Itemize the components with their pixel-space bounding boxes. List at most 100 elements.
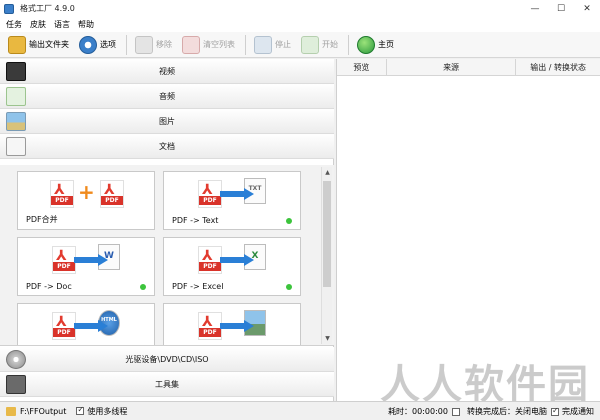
output-path[interactable]: F:\FFOutput bbox=[20, 407, 66, 416]
picture-icon bbox=[6, 112, 26, 131]
maximize-button[interactable]: ☐ bbox=[548, 0, 574, 17]
category-tools[interactable]: 工具集 bbox=[0, 372, 334, 397]
pdf-icon: ⅄ PDF bbox=[198, 246, 222, 274]
column-source[interactable]: 来源 bbox=[387, 59, 517, 75]
home-button[interactable]: 主页 bbox=[357, 34, 394, 56]
category-image[interactable]: 图片 bbox=[0, 109, 334, 134]
start-label: 开始 bbox=[322, 40, 338, 49]
column-preview[interactable]: 预览 bbox=[337, 59, 387, 75]
remove-icon bbox=[135, 35, 153, 54]
folder-icon bbox=[8, 35, 26, 54]
status-bar: F:\FFOutput 使用多线程 耗时：00:00:00 转换完成后：关闭电脑… bbox=[0, 401, 600, 420]
gear-icon bbox=[79, 35, 97, 54]
scroll-thumb[interactable] bbox=[323, 181, 331, 287]
convert-arrow-icon bbox=[220, 254, 254, 266]
tile-pdf-to-excel[interactable]: ⅄ PDF X PDF -> Excel bbox=[163, 237, 301, 296]
status-dot-icon bbox=[140, 284, 146, 290]
tile-label: PDF合并 bbox=[26, 215, 58, 224]
convert-arrow-icon bbox=[220, 320, 254, 332]
disc-icon bbox=[6, 350, 26, 369]
multithread-checkbox[interactable] bbox=[76, 405, 85, 415]
category-rom-device[interactable]: 光驱设备\DVD\CD\ISO bbox=[0, 347, 334, 372]
window-title: 格式工厂 4.9.0 bbox=[20, 4, 75, 13]
start-icon bbox=[301, 35, 319, 54]
category-tools-label: 工具集 bbox=[155, 379, 179, 389]
tile-label: PDF -> Excel bbox=[172, 282, 224, 291]
status-dot-icon bbox=[286, 218, 292, 224]
task-table-header: 预览 来源 输出 / 转换状态 bbox=[337, 59, 600, 76]
tile-pdf-to-image[interactable]: ⅄ PDF bbox=[163, 303, 301, 345]
tile-label: PDF -> Text bbox=[172, 216, 219, 225]
category-document-label: 文档 bbox=[159, 141, 175, 151]
folder-icon bbox=[6, 406, 16, 416]
pdf-icon: ⅄ PDF bbox=[50, 180, 74, 208]
category-document[interactable]: 文档 bbox=[0, 134, 334, 159]
minimize-button[interactable]: — bbox=[522, 0, 548, 17]
menu-task[interactable]: 任务 bbox=[6, 19, 22, 30]
column-output-status[interactable]: 输出 / 转换状态 bbox=[516, 59, 600, 75]
output-folder-label: 输出文件夹 bbox=[29, 40, 69, 49]
menu-help[interactable]: 帮助 bbox=[78, 19, 94, 30]
pdf-icon: ⅄ PDF bbox=[198, 312, 222, 340]
clear-list-icon bbox=[182, 35, 200, 54]
category-audio[interactable]: 音频 bbox=[0, 84, 334, 109]
bottom-categories: 光驱设备\DVD\CD\ISO 工具集 bbox=[0, 347, 334, 397]
music-note-icon bbox=[6, 87, 26, 106]
category-video[interactable]: 视频 bbox=[0, 59, 334, 84]
task-list-panel: 预览 来源 输出 / 转换状态 bbox=[336, 59, 600, 401]
pdf-icon: ⅄ PDF bbox=[52, 246, 76, 274]
pdf-icon: ⅄ PDF bbox=[198, 180, 222, 208]
window-controls: — ☐ ✕ bbox=[522, 0, 600, 17]
convert-arrow-icon bbox=[74, 320, 108, 332]
toolbar-separator bbox=[126, 34, 127, 55]
tile-pdf-to-doc[interactable]: ⅄ PDF W PDF -> Doc bbox=[17, 237, 155, 296]
after-convert-label: 转换完成后：关闭电脑 bbox=[467, 407, 547, 416]
stop-label: 停止 bbox=[275, 40, 291, 49]
toolbar: 输出文件夹 选项 移除 清空列表 停止 开始 主页 bbox=[0, 32, 600, 58]
tile-pdf-to-text[interactable]: ⅄ PDF TXT PDF -> Text bbox=[163, 171, 301, 230]
tile-pdf-merge[interactable]: ⅄ PDF + ⅄ PDF PDF合并 bbox=[17, 171, 155, 230]
category-audio-label: 音频 bbox=[159, 91, 175, 101]
category-video-label: 视频 bbox=[159, 66, 175, 76]
options-button[interactable]: 选项 bbox=[79, 34, 116, 56]
after-convert-checkbox[interactable] bbox=[452, 407, 460, 416]
remove-button[interactable]: 移除 bbox=[135, 34, 172, 56]
plus-icon: + bbox=[78, 180, 95, 204]
toolbar-separator bbox=[245, 34, 246, 55]
function-panel: 视频 音频 图片 文档 ⅄ PDF + ⅄ PDF PDF合并 ⅄ PDF TXT P… bbox=[0, 59, 334, 401]
status-right: 耗时：00:00:00 转换完成后：关闭电脑 完成通知 bbox=[384, 402, 594, 420]
output-folder-button[interactable]: 输出文件夹 bbox=[8, 34, 69, 56]
toolbar-separator bbox=[348, 34, 349, 55]
clear-list-button[interactable]: 清空列表 bbox=[182, 34, 235, 56]
title-bar: 格式工厂 4.9.0 — ☐ ✕ bbox=[0, 0, 600, 17]
close-button[interactable]: ✕ bbox=[574, 0, 600, 17]
tools-icon bbox=[6, 375, 26, 394]
notify-checkbox[interactable] bbox=[551, 406, 559, 416]
stop-button[interactable]: 停止 bbox=[254, 34, 291, 56]
remove-label: 移除 bbox=[156, 40, 172, 49]
category-image-label: 图片 bbox=[159, 116, 175, 126]
document-icon bbox=[6, 137, 26, 156]
menu-skin[interactable]: 皮肤 bbox=[30, 19, 46, 30]
convert-arrow-icon bbox=[220, 188, 254, 200]
stop-icon bbox=[254, 35, 272, 54]
menu-language[interactable]: 语言 bbox=[54, 19, 70, 30]
document-tools-grid: ⅄ PDF + ⅄ PDF PDF合并 ⅄ PDF TXT PDF -> Text ⅄… bbox=[0, 165, 334, 346]
start-button[interactable]: 开始 bbox=[301, 34, 338, 56]
globe-icon bbox=[357, 35, 375, 54]
tools-scrollbar[interactable]: ▲ ▼ bbox=[321, 167, 332, 344]
category-rom-label: 光驱设备\DVD\CD\ISO bbox=[125, 354, 209, 364]
film-icon bbox=[6, 62, 26, 81]
pdf-icon: ⅄ PDF bbox=[52, 312, 76, 340]
scroll-up-icon[interactable]: ▲ bbox=[322, 167, 333, 178]
tile-label: PDF -> Doc bbox=[26, 282, 72, 291]
multithread-label: 使用多线程 bbox=[87, 406, 128, 416]
pdf-icon: ⅄ PDF bbox=[100, 180, 124, 208]
app-icon bbox=[4, 3, 14, 14]
clear-list-label: 清空列表 bbox=[203, 40, 235, 49]
options-label: 选项 bbox=[100, 40, 116, 49]
elapsed-time: 耗时：00:00:00 bbox=[388, 407, 448, 416]
home-label: 主页 bbox=[378, 40, 394, 49]
scroll-down-icon[interactable]: ▼ bbox=[322, 333, 333, 344]
tile-pdf-to-html[interactable]: ⅄ PDF HTML bbox=[17, 303, 155, 345]
